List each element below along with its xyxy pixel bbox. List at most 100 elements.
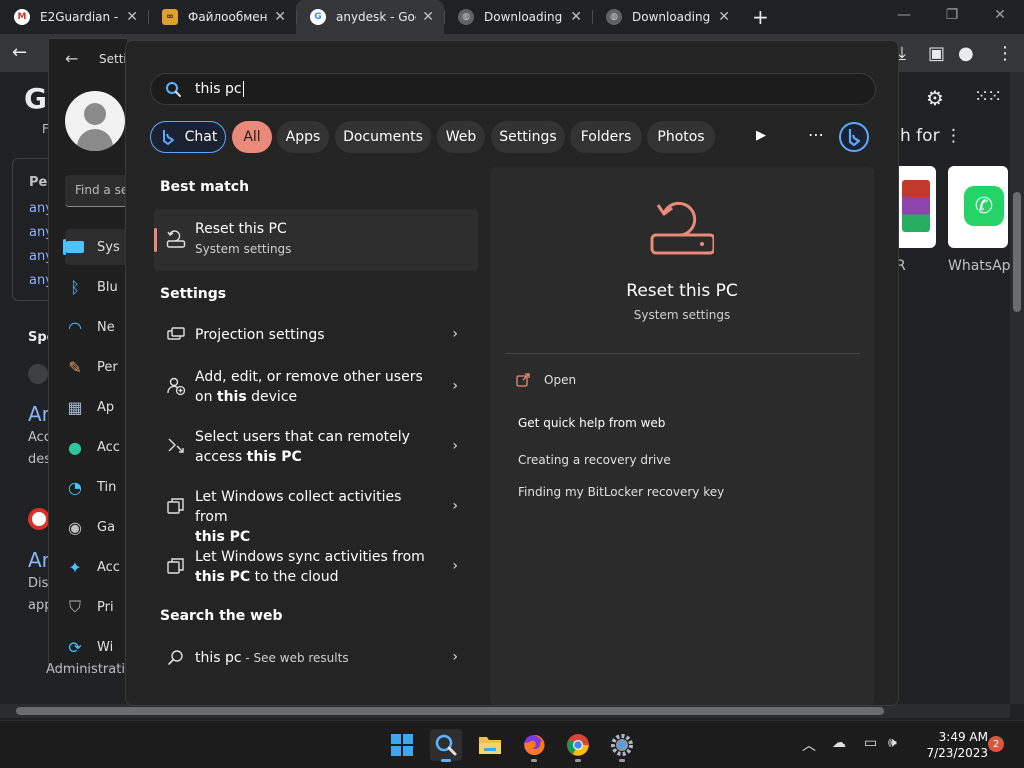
filter-folders[interactable]: Folders bbox=[570, 121, 642, 153]
minimize-button[interactable]: — bbox=[880, 0, 928, 30]
browser-tab-1[interactable]: M E2Guardian - Ac ✕ bbox=[0, 0, 148, 34]
cloud-offline-icon[interactable]: ☁ bbox=[832, 735, 846, 751]
nav-label: Pri bbox=[97, 599, 114, 615]
open-action[interactable]: Open bbox=[516, 373, 576, 387]
chevron-right-icon: › bbox=[452, 438, 458, 454]
open-external-icon bbox=[516, 373, 530, 387]
close-tab-icon[interactable]: ✕ bbox=[422, 9, 434, 25]
firefox-button[interactable] bbox=[518, 729, 550, 762]
filter-web[interactable]: Web bbox=[437, 121, 485, 153]
bg-label: h for ⋮ bbox=[900, 126, 962, 146]
more-options-icon[interactable]: ⋯ bbox=[808, 125, 824, 144]
browser-tab-5[interactable]: ◍ Downloading ✕ bbox=[592, 0, 740, 34]
settings-nav-time[interactable]: ◔ Tin bbox=[65, 469, 129, 505]
chevron-right-icon: › bbox=[452, 378, 458, 394]
taskbar-search-button[interactable] bbox=[430, 729, 462, 762]
back-arrow-icon[interactable]: ← bbox=[12, 42, 27, 63]
setting-result-users[interactable]: Add, edit, or remove other users on this … bbox=[154, 366, 478, 408]
privacy-icon: ⛉ bbox=[68, 597, 81, 616]
settings-gear-icon bbox=[611, 734, 633, 756]
search-box[interactable]: this pc bbox=[150, 73, 876, 105]
web-search-result[interactable]: this pc - See web results › bbox=[154, 644, 478, 672]
settings-nav-bluetooth[interactable]: ᛒ Blu bbox=[65, 269, 129, 305]
system-icon bbox=[65, 237, 85, 257]
filter-documents[interactable]: Documents bbox=[335, 121, 431, 153]
personalization-icon: ✎ bbox=[68, 357, 82, 377]
back-arrow-icon[interactable]: ← bbox=[65, 49, 78, 68]
chevron-right-icon: › bbox=[452, 558, 458, 574]
browser-tab-4[interactable]: ◍ Downloading ✕ bbox=[444, 0, 592, 34]
setting-result-projection[interactable]: Projection settings › bbox=[154, 321, 478, 349]
browser-tab-2[interactable]: ∞ Файлообменни ✕ bbox=[148, 0, 296, 34]
settings-nav-personalization[interactable]: ✎ Per bbox=[65, 349, 129, 385]
help-link-bitlocker-key[interactable]: Finding my BitLocker recovery key bbox=[518, 485, 724, 499]
administration-label: Administratio bbox=[46, 662, 133, 677]
close-tab-icon[interactable]: ✕ bbox=[718, 9, 730, 25]
browser-tab-3[interactable]: G anydesk - Goog ✕ bbox=[296, 0, 444, 34]
settings-gear-icon[interactable]: ⚙ bbox=[926, 86, 944, 110]
system-clock[interactable]: 3:49 AM 7/23/2023 bbox=[918, 729, 988, 761]
start-search-panel: this pc Chat All Apps Documents Web Sett… bbox=[125, 40, 899, 706]
result-line1: Select users that can remotely bbox=[195, 429, 410, 445]
close-window-button[interactable]: ✕ bbox=[976, 0, 1024, 30]
file-explorer-button[interactable] bbox=[474, 729, 506, 761]
help-link-recovery-drive[interactable]: Creating a recovery drive bbox=[518, 453, 671, 467]
result-line2-post: to the cloud bbox=[250, 569, 339, 585]
search-input[interactable]: this pc bbox=[195, 81, 244, 97]
gaming-icon: ◉ bbox=[68, 517, 82, 537]
filter-all[interactable]: All bbox=[232, 121, 272, 153]
best-match-result[interactable]: Reset this PC System settings bbox=[154, 209, 478, 271]
result-line2-pre: on bbox=[195, 389, 217, 405]
settings-nav-gaming[interactable]: ◉ Ga bbox=[65, 509, 129, 545]
bing-icon[interactable] bbox=[838, 121, 870, 153]
clock-date: 7/23/2023 bbox=[926, 746, 988, 760]
globe-icon: ◍ bbox=[458, 9, 474, 25]
network-icon[interactable]: ▭ bbox=[864, 735, 877, 751]
setting-result-collect-activities[interactable]: Let Windows collect activities from this … bbox=[154, 486, 478, 545]
show-hidden-icons-chevron-icon[interactable]: ︿ bbox=[802, 735, 816, 755]
start-button[interactable] bbox=[386, 729, 418, 761]
settings-nav-apps[interactable]: ▦ Ap bbox=[65, 389, 129, 425]
close-tab-icon[interactable]: ✕ bbox=[274, 9, 286, 25]
user-avatar[interactable] bbox=[65, 91, 125, 151]
whatsapp-thumbnail[interactable]: ✆ bbox=[948, 166, 1008, 248]
firefox-icon bbox=[524, 734, 545, 755]
settings-nav-accounts[interactable]: ● Acc bbox=[65, 429, 129, 465]
new-tab-button[interactable]: + bbox=[740, 5, 781, 29]
volume-icon[interactable]: 🕪 bbox=[888, 735, 897, 751]
close-tab-icon[interactable]: ✕ bbox=[126, 9, 138, 25]
apps-grid-icon[interactable]: ⁙⁙ bbox=[974, 86, 1002, 107]
settings-nav-windows-update[interactable]: ⟳ Wi bbox=[65, 629, 129, 665]
filter-settings[interactable]: Settings bbox=[491, 121, 565, 153]
maximize-button[interactable]: ❐ bbox=[928, 0, 976, 30]
profile-icon[interactable]: ● bbox=[958, 43, 974, 64]
chrome-button[interactable] bbox=[562, 729, 594, 762]
setting-result-sync-activities[interactable]: Let Windows sync activities from this PC … bbox=[154, 546, 478, 588]
result-label: Select users that can remotely access thi… bbox=[195, 427, 435, 467]
panel-heading: Pe bbox=[29, 175, 48, 190]
download-icon[interactable]: ⤓ bbox=[898, 43, 906, 64]
filter-photos[interactable]: Photos bbox=[647, 121, 715, 153]
search-filters: Chat All Apps Documents Web Settings Fol… bbox=[150, 121, 880, 153]
play-more-filters-icon[interactable]: ▶ bbox=[756, 128, 766, 143]
settings-nav-privacy[interactable]: ⛉ Pri bbox=[65, 589, 129, 625]
scroll-thumb[interactable] bbox=[1013, 192, 1021, 312]
settings-app-button[interactable] bbox=[606, 729, 638, 762]
web-query: this pc bbox=[195, 650, 242, 666]
scroll-thumb[interactable] bbox=[16, 707, 884, 715]
settings-nav-system[interactable]: Sys bbox=[63, 229, 129, 265]
filter-chat[interactable]: Chat bbox=[150, 121, 226, 153]
setting-result-remote-users[interactable]: Select users that can remotely access thi… bbox=[154, 426, 478, 468]
filter-label: Settings bbox=[499, 129, 557, 145]
horizontal-scrollbar[interactable] bbox=[0, 704, 1010, 718]
settings-nav-network[interactable]: ◠ Ne bbox=[65, 309, 129, 345]
settings-nav-accessibility[interactable]: ✦ Acc bbox=[65, 549, 129, 585]
vertical-scrollbar[interactable] bbox=[1010, 72, 1024, 704]
chevron-right-icon: › bbox=[452, 326, 458, 342]
menu-dots-icon[interactable]: ⋮ bbox=[996, 43, 1014, 64]
filter-apps[interactable]: Apps bbox=[277, 121, 329, 153]
notification-badge[interactable]: 2 bbox=[988, 736, 1004, 752]
side-panel-icon[interactable]: ▣ bbox=[928, 43, 945, 64]
close-tab-icon[interactable]: ✕ bbox=[570, 9, 582, 25]
filter-label: Documents bbox=[343, 129, 423, 145]
